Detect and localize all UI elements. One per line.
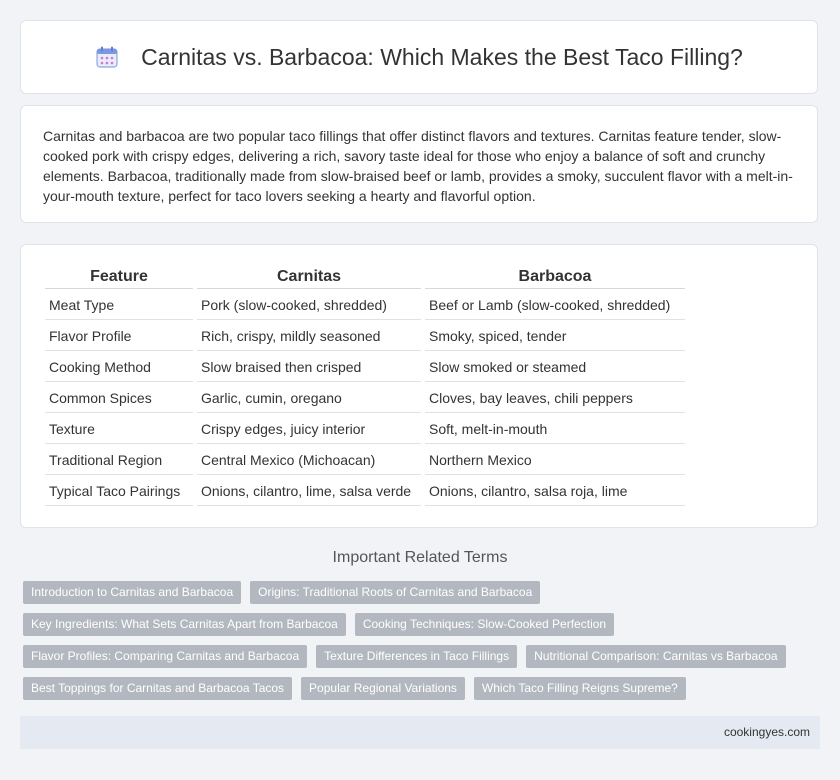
barbacoa-cell: Beef or Lamb (slow-cooked, shredded) — [425, 291, 685, 320]
related-term-tag[interactable]: Which Taco Filling Reigns Supreme? — [473, 677, 686, 700]
barbacoa-cell: Cloves, bay leaves, chili peppers — [425, 384, 685, 413]
related-term-tag[interactable]: Best Toppings for Carnitas and Barbacoa … — [23, 677, 293, 700]
related-term-tag[interactable]: Popular Regional Variations — [301, 677, 465, 700]
feature-cell: Common Spices — [45, 384, 193, 413]
feature-cell: Traditional Region — [45, 446, 193, 475]
related-term-tag[interactable]: Key Ingredients: What Sets Carnitas Apar… — [23, 613, 346, 636]
intro-text: Carnitas and barbacoa are two popular ta… — [43, 128, 793, 204]
column-header-barbacoa: Barbacoa — [425, 265, 685, 289]
carnitas-cell: Central Mexico (Michoacan) — [197, 446, 421, 475]
carnitas-cell: Pork (slow-cooked, shredded) — [197, 291, 421, 320]
table-row: Cooking Method Slow braised then crisped… — [45, 353, 685, 382]
barbacoa-cell: Northern Mexico — [425, 446, 685, 475]
feature-cell: Texture — [45, 415, 193, 444]
related-term-tag[interactable]: Origins: Traditional Roots of Carnitas a… — [250, 581, 541, 604]
barbacoa-cell: Soft, melt-in-mouth — [425, 415, 685, 444]
table-row: Texture Crispy edges, juicy interior Sof… — [45, 415, 685, 444]
footer: cookingyes.com — [20, 716, 820, 749]
page-title: Carnitas vs. Barbacoa: Which Makes the B… — [141, 43, 743, 70]
barbacoa-cell: Slow smoked or steamed — [425, 353, 685, 382]
feature-cell: Meat Type — [45, 291, 193, 320]
related-term-tag[interactable]: Cooking Techniques: Slow-Cooked Perfecti… — [354, 613, 615, 636]
calendar-icon — [96, 46, 118, 68]
related-term-tag[interactable]: Flavor Profiles: Comparing Carnitas and … — [23, 645, 308, 668]
barbacoa-cell: Onions, cilantro, salsa roja, lime — [425, 477, 685, 506]
comparison-table-card: Feature Carnitas Barbacoa Meat Type Pork… — [20, 244, 818, 528]
header-card: Carnitas vs. Barbacoa: Which Makes the B… — [20, 20, 818, 94]
feature-cell: Cooking Method — [45, 353, 193, 382]
column-header-carnitas: Carnitas — [197, 265, 421, 289]
barbacoa-cell: Smoky, spiced, tender — [425, 322, 685, 351]
tag-row: Best Toppings for Carnitas and Barbacoa … — [23, 677, 823, 700]
carnitas-cell: Garlic, cumin, oregano — [197, 384, 421, 413]
column-header-feature: Feature — [45, 265, 193, 289]
comparison-table: Feature Carnitas Barbacoa Meat Type Pork… — [41, 263, 689, 508]
tag-row: Flavor Profiles: Comparing Carnitas and … — [23, 645, 823, 668]
table-header-row: Feature Carnitas Barbacoa — [45, 265, 685, 289]
feature-cell: Flavor Profile — [45, 322, 193, 351]
related-terms-title: Important Related Terms — [332, 549, 508, 566]
carnitas-cell: Onions, cilantro, lime, salsa verde — [197, 477, 421, 506]
related-term-tag[interactable]: Introduction to Carnitas and Barbacoa — [23, 581, 242, 604]
intro-card: Carnitas and barbacoa are two popular ta… — [20, 105, 818, 223]
table-row: Traditional Region Central Mexico (Micho… — [45, 446, 685, 475]
carnitas-cell: Slow braised then crisped — [197, 353, 421, 382]
related-term-tag[interactable]: Texture Differences in Taco Fillings — [316, 645, 518, 668]
related-terms-list: Introduction to Carnitas and Barbacoa Or… — [23, 581, 823, 709]
carnitas-cell: Rich, crispy, mildly seasoned — [197, 322, 421, 351]
table-row: Common Spices Garlic, cumin, oregano Clo… — [45, 384, 685, 413]
related-term-tag[interactable]: Nutritional Comparison: Carnitas vs Barb… — [526, 645, 786, 668]
tag-row: Introduction to Carnitas and Barbacoa Or… — [23, 581, 823, 604]
carnitas-cell: Crispy edges, juicy interior — [197, 415, 421, 444]
feature-cell: Typical Taco Pairings — [45, 477, 193, 506]
footer-site-link[interactable]: cookingyes.com — [724, 725, 810, 739]
table-row: Meat Type Pork (slow-cooked, shredded) B… — [45, 291, 685, 320]
table-row: Typical Taco Pairings Onions, cilantro, … — [45, 477, 685, 506]
table-row: Flavor Profile Rich, crispy, mildly seas… — [45, 322, 685, 351]
tag-row: Key Ingredients: What Sets Carnitas Apar… — [23, 613, 823, 636]
